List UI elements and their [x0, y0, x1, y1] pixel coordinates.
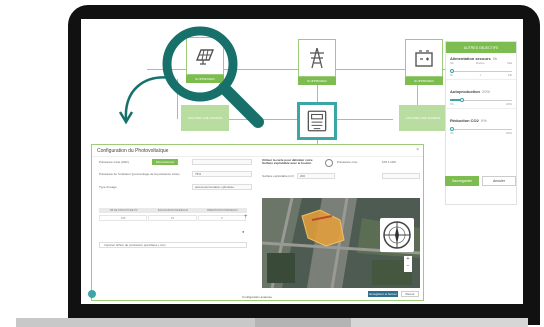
objective-value: 20% — [482, 89, 491, 94]
objective-backup: Alimentation secours 0h Nul Moderé Total 0h… — [446, 53, 516, 80]
objectives-actions: Sauvegarder Annuler — [445, 176, 516, 186]
modal-title: Configuration du Photovoltaïque — [97, 148, 169, 154]
size-button[interactable]: Dimensionner — [152, 159, 178, 165]
compass-widget[interactable] — [380, 218, 414, 252]
close-icon[interactable]: × — [416, 147, 419, 153]
connection-line — [337, 119, 393, 120]
power-input[interactable] — [192, 159, 252, 165]
usage-select[interactable]: autoconsommation optimisée — [192, 184, 252, 190]
usage-label: Type d'usage — [99, 185, 117, 189]
draw-surface-icon[interactable] — [325, 159, 333, 167]
share-input[interactable]: 75% — [192, 171, 252, 177]
objective-name: Autoproduction — [450, 89, 480, 94]
back-button[interactable]: Retour — [401, 291, 419, 297]
battery-delete-button[interactable]: SUPPRIMER — [405, 77, 443, 85]
grid-delete-button[interactable]: SUPPRIMER — [298, 77, 336, 85]
save-button[interactable]: Sauvegarder — [445, 176, 479, 186]
help-icon[interactable] — [88, 290, 96, 298]
power-output-field[interactable] — [382, 173, 420, 179]
autoproduction-slider[interactable] — [450, 98, 512, 102]
app-screen: SUPPRIMER SUPPRIMER SUPPRIMER AJOUTER UN… — [81, 19, 523, 304]
laptop-base — [16, 318, 528, 327]
save-close-button[interactable]: Enregistrer et fermer — [368, 291, 398, 297]
satellite-map[interactable]: + − — [262, 198, 420, 288]
table-header: NB DE STRUCTURE PV — [109, 209, 138, 212]
map-hint: Utiliser la carte pour délimiter votre S… — [262, 158, 313, 166]
advanced-config-link[interactable]: Configuration avancée — [242, 295, 272, 299]
divider — [92, 156, 423, 157]
table-header: ORIENTATION PANNEAUX — [206, 209, 238, 212]
objective-autoproduction: Autoproduction 20% 0% 100% — [446, 86, 516, 109]
objective-value: 0% — [480, 118, 487, 123]
power-label: Puissance crête (kWc) — [99, 160, 130, 164]
objective-name: Alimentation secours — [450, 56, 491, 61]
surface-label: Surface exploitable (m²) — [262, 174, 294, 178]
power-pylon-icon — [310, 47, 324, 69]
table-header: INCLINAISON PANNEAUX — [157, 209, 189, 212]
table-cell[interactable]: 15 — [148, 215, 197, 221]
table-row: 100 15 0 — [99, 215, 247, 221]
import-csv-field[interactable]: Importer fichier de production spécifiqu… — [99, 242, 247, 248]
backup-slider[interactable] — [450, 69, 512, 73]
curved-arrow-icon — [118, 76, 173, 125]
objectives-title: AUTRES OBJECTIFS — [446, 42, 516, 53]
electric-meter-icon — [307, 110, 327, 132]
objective-name: Réduction CO2 — [450, 118, 479, 123]
objective-co2: Réduction CO2 0% 0% 100% — [450, 118, 512, 135]
surface-input[interactable]: 200 — [297, 173, 335, 179]
table-cell[interactable]: 0 — [197, 215, 246, 221]
add-row-icon[interactable]: + — [244, 214, 248, 220]
max-power-value: 105.1 kWc — [382, 160, 397, 164]
electric-meter-node[interactable] — [297, 102, 337, 140]
max-power-label: Puissance max. — [337, 160, 359, 164]
table-cell[interactable]: 100 — [99, 215, 148, 221]
battery-node[interactable] — [405, 39, 443, 77]
pv-table-header: NB DE STRUCTURE PV INCLINAISON PANNEAUX … — [99, 208, 247, 213]
info-icon: ● — [242, 229, 245, 234]
co2-slider[interactable] — [450, 127, 512, 131]
objective-value: 0h — [492, 56, 498, 61]
battery-icon — [415, 50, 433, 67]
add-source-button[interactable]: AJOUTER UNE SOURCE — [399, 105, 447, 131]
share-label: Puissance de l'onduleur (pourcentage de … — [99, 172, 180, 176]
compass-icon — [383, 221, 411, 249]
zoom-control[interactable]: + − — [404, 256, 412, 272]
cancel-button[interactable]: Annuler — [482, 176, 516, 186]
pv-config-modal: Configuration du Photovoltaïque × Puissa… — [91, 144, 424, 301]
grid-node[interactable] — [298, 39, 336, 77]
